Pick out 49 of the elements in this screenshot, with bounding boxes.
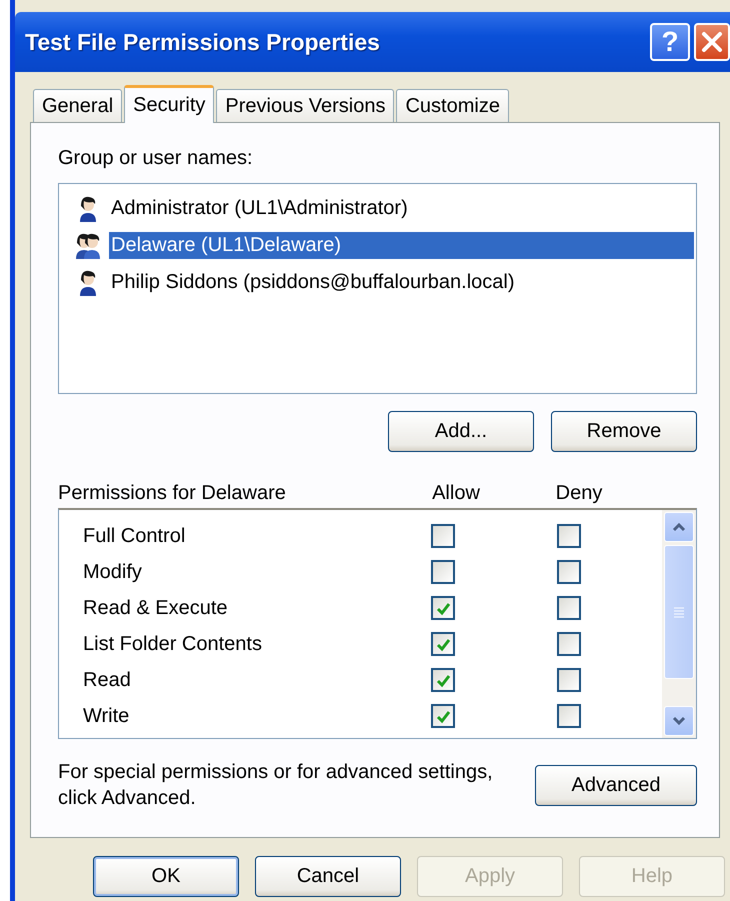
dialog-button[interactable]: Cancel [255, 856, 401, 897]
checkbox[interactable] [431, 560, 455, 584]
column-header: Allow [431, 482, 481, 504]
permissions-label: Permissions for Delaware [58, 482, 287, 504]
user-item[interactable]: Delaware (UL1\Delaware) [109, 232, 694, 259]
user-item[interactable]: Philip Siddons (psiddons@buffalourban.local) [109, 269, 694, 296]
scrollbar[interactable] [662, 510, 696, 738]
window-title: Test File Permissions Properties [25, 28, 381, 56]
close-icon [700, 30, 724, 54]
permission-name: List Folder Contents [82, 632, 263, 656]
check-icon [435, 672, 451, 688]
chevron-down-icon [672, 715, 686, 727]
close-button[interactable] [694, 23, 730, 61]
permission-name: Read & Execute [82, 596, 229, 620]
permission-name: Write [82, 704, 130, 728]
permission-name: Read [82, 668, 132, 692]
scroll-thumb[interactable] [664, 545, 694, 679]
check-icon [435, 636, 451, 652]
checkbox[interactable] [557, 596, 581, 620]
column-header: Deny [554, 482, 604, 504]
tab[interactable]: General [33, 89, 122, 122]
checkbox[interactable] [557, 668, 581, 692]
tab[interactable]: Customize [396, 89, 509, 122]
checkbox[interactable] [557, 560, 581, 584]
advanced-hint: For special permissions or for advanced settings, click Advanced. [58, 760, 494, 811]
permission-name: Modify [82, 560, 143, 584]
action-button[interactable]: Remove [551, 411, 697, 452]
checkbox[interactable] [431, 668, 455, 692]
action-button[interactable]: Add... [388, 411, 534, 452]
dialog-button[interactable]: OK [93, 856, 239, 897]
checkbox[interactable] [557, 524, 581, 548]
scroll-down-button[interactable] [664, 706, 694, 736]
chevron-up-icon [672, 521, 686, 533]
checkbox[interactable] [431, 524, 455, 548]
tab[interactable]: Previous Versions [216, 89, 394, 122]
checkbox[interactable] [431, 704, 455, 728]
tab[interactable]: Security [124, 85, 214, 123]
check-icon [435, 708, 451, 724]
check-icon [435, 600, 451, 616]
grip-icon [674, 606, 684, 618]
scroll-up-button[interactable] [664, 512, 694, 542]
advanced-button[interactable]: Advanced [535, 764, 697, 806]
group-label: Group or user names: [58, 147, 254, 171]
checkbox[interactable] [431, 632, 455, 656]
checkbox[interactable] [557, 632, 581, 656]
checkbox[interactable] [431, 596, 455, 620]
user-item[interactable]: Administrator (UL1\Administrator) [109, 195, 694, 222]
checkbox[interactable] [557, 704, 581, 728]
permission-name: Full Control [82, 524, 186, 548]
